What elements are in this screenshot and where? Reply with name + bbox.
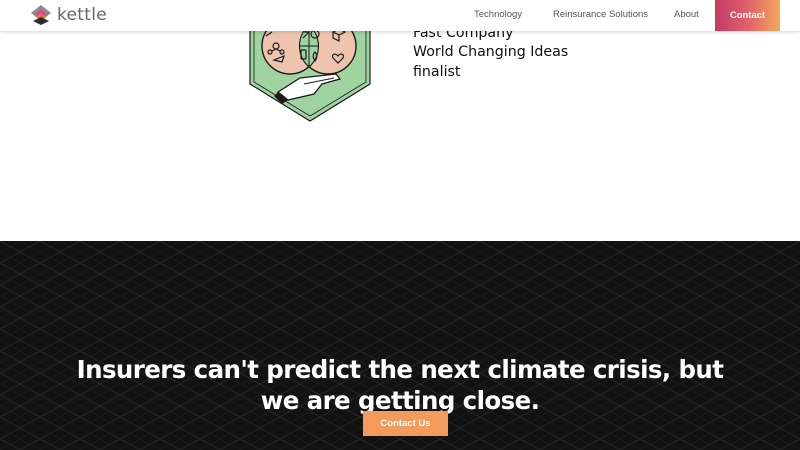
brand-name: kettle [57,5,108,25]
cta-headline-line-1: Insurers can't predict the next climate … [76,355,724,385]
contact-us-button[interactable]: Contact Us [363,411,448,436]
award-line-award: World Changing Ideas [413,44,569,61]
nav-link-reinsurance-solutions[interactable]: Reinsurance Solutions [553,9,648,20]
award-line-status: finalist [413,63,461,80]
cta-section: Insurers can't predict the next climate … [0,241,800,450]
top-navbar: kettle Technology Reinsurance Solutions … [0,0,800,31]
logo-link[interactable]: kettle [30,4,107,26]
nav-link-technology[interactable]: Technology [474,9,522,20]
layered-diamond-logo-icon [31,5,51,25]
cta-headline: Insurers can't predict the next climate … [0,354,800,416]
award-caption: Fast Company World Changing Ideas finali… [413,24,613,82]
nav-contact-button[interactable]: Contact [715,0,780,31]
nav-link-about[interactable]: About [674,9,699,20]
